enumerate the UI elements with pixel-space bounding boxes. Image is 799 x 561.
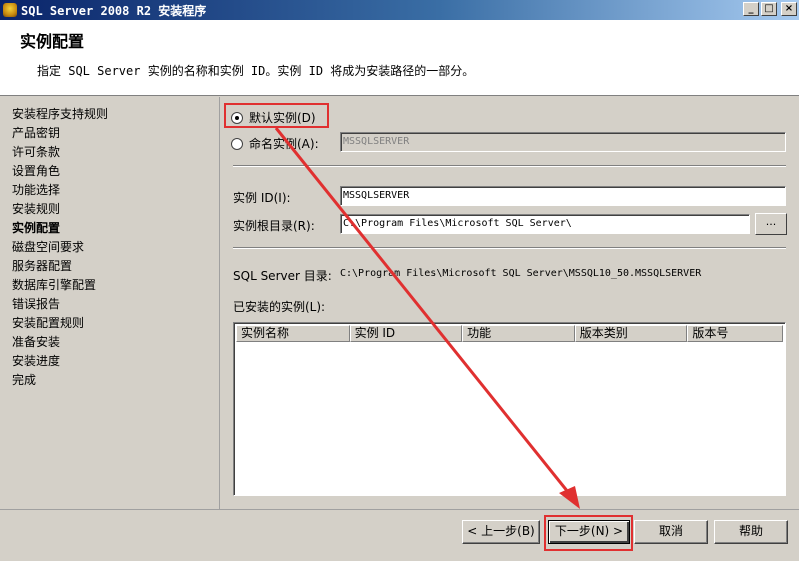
separator <box>233 247 786 249</box>
table-header: 实例名称 实例 ID 功能 版本类别 版本号 <box>236 325 784 342</box>
steps-sidebar: 安装程序支持规则 产品密钥 许可条款 设置角色 功能选择 安装规则 实例配置 磁… <box>0 97 220 509</box>
step-item[interactable]: 产品密钥 <box>0 124 219 143</box>
default-instance-option[interactable]: 默认实例(D) <box>231 109 316 126</box>
named-instance-input[interactable]: MSSQLSERVER <box>340 132 786 152</box>
next-button-highlight <box>544 515 633 551</box>
instance-id-label: 实例 ID(I): <box>233 191 291 205</box>
installed-instances-label: 已安装的实例(L): <box>233 300 326 314</box>
back-button[interactable]: < 上一步(B) <box>462 520 540 544</box>
browse-button[interactable]: ... <box>755 213 787 235</box>
installed-instances-table[interactable]: 实例名称 实例 ID 功能 版本类别 版本号 <box>233 322 786 496</box>
instance-config-panel: 默认实例(D) 命名实例(A): MSSQLSERVER 实例 ID(I): M… <box>221 97 799 509</box>
maximize-button[interactable]: □ <box>761 2 777 16</box>
window-title: SQL Server 2008 R2 安装程序 <box>21 3 207 18</box>
sql-dir-label: SQL Server 目录: <box>233 269 332 283</box>
step-item[interactable]: 服务器配置 <box>0 257 219 276</box>
step-item[interactable]: 安装规则 <box>0 200 219 219</box>
default-instance-radio[interactable] <box>231 111 243 124</box>
minimize-button[interactable]: _ <box>743 2 759 16</box>
close-button[interactable]: × <box>781 2 797 16</box>
instance-root-label: 实例根目录(R): <box>233 219 315 233</box>
step-item[interactable]: 完成 <box>0 371 219 390</box>
step-item[interactable]: 许可条款 <box>0 143 219 162</box>
cancel-button[interactable]: 取消 <box>634 520 708 544</box>
step-item-current[interactable]: 实例配置 <box>0 219 219 238</box>
step-item[interactable]: 安装进度 <box>0 352 219 371</box>
steps-list: 安装程序支持规则 产品密钥 许可条款 设置角色 功能选择 安装规则 实例配置 磁… <box>0 105 219 390</box>
step-item[interactable]: 设置角色 <box>0 162 219 181</box>
column-header[interactable]: 版本号 <box>687 325 784 342</box>
step-item[interactable]: 数据库引擎配置 <box>0 276 219 295</box>
column-header[interactable]: 版本类别 <box>574 325 688 342</box>
step-item[interactable]: 安装配置规则 <box>0 314 219 333</box>
column-header[interactable]: 实例名称 <box>236 325 350 342</box>
page-subtitle: 指定 SQL Server 实例的名称和实例 ID。实例 ID 将成为安装路径的… <box>37 64 475 78</box>
step-item[interactable]: 准备安装 <box>0 333 219 352</box>
named-instance-option[interactable]: 命名实例(A): <box>231 135 319 152</box>
instance-root-input[interactable]: C:\Program Files\Microsoft SQL Server\ <box>340 214 750 234</box>
wizard-footer: < 上一步(B) 下一步(N) > 取消 帮助 <box>0 509 799 561</box>
separator <box>233 165 786 167</box>
default-instance-label: 默认实例(D) <box>249 111 316 125</box>
named-instance-radio[interactable] <box>231 137 243 150</box>
column-header[interactable]: 实例 ID <box>349 325 463 342</box>
step-item[interactable]: 功能选择 <box>0 181 219 200</box>
step-item[interactable]: 安装程序支持规则 <box>0 105 219 124</box>
page-header: 实例配置 指定 SQL Server 实例的名称和实例 ID。实例 ID 将成为… <box>0 20 799 96</box>
sql-dir-value: C:\Program Files\Microsoft SQL Server\MS… <box>340 268 702 279</box>
column-header[interactable]: 功能 <box>462 325 575 342</box>
step-item[interactable]: 磁盘空间要求 <box>0 238 219 257</box>
page-title: 实例配置 <box>20 32 85 51</box>
help-button[interactable]: 帮助 <box>714 520 788 544</box>
instance-id-input[interactable]: MSSQLSERVER <box>340 186 786 206</box>
sql-server-app-icon <box>3 3 17 17</box>
step-item[interactable]: 错误报告 <box>0 295 219 314</box>
title-bar: SQL Server 2008 R2 安装程序 _ □ × <box>0 0 799 20</box>
named-instance-label: 命名实例(A): <box>249 137 319 151</box>
window-controls: _ □ × <box>743 2 797 16</box>
